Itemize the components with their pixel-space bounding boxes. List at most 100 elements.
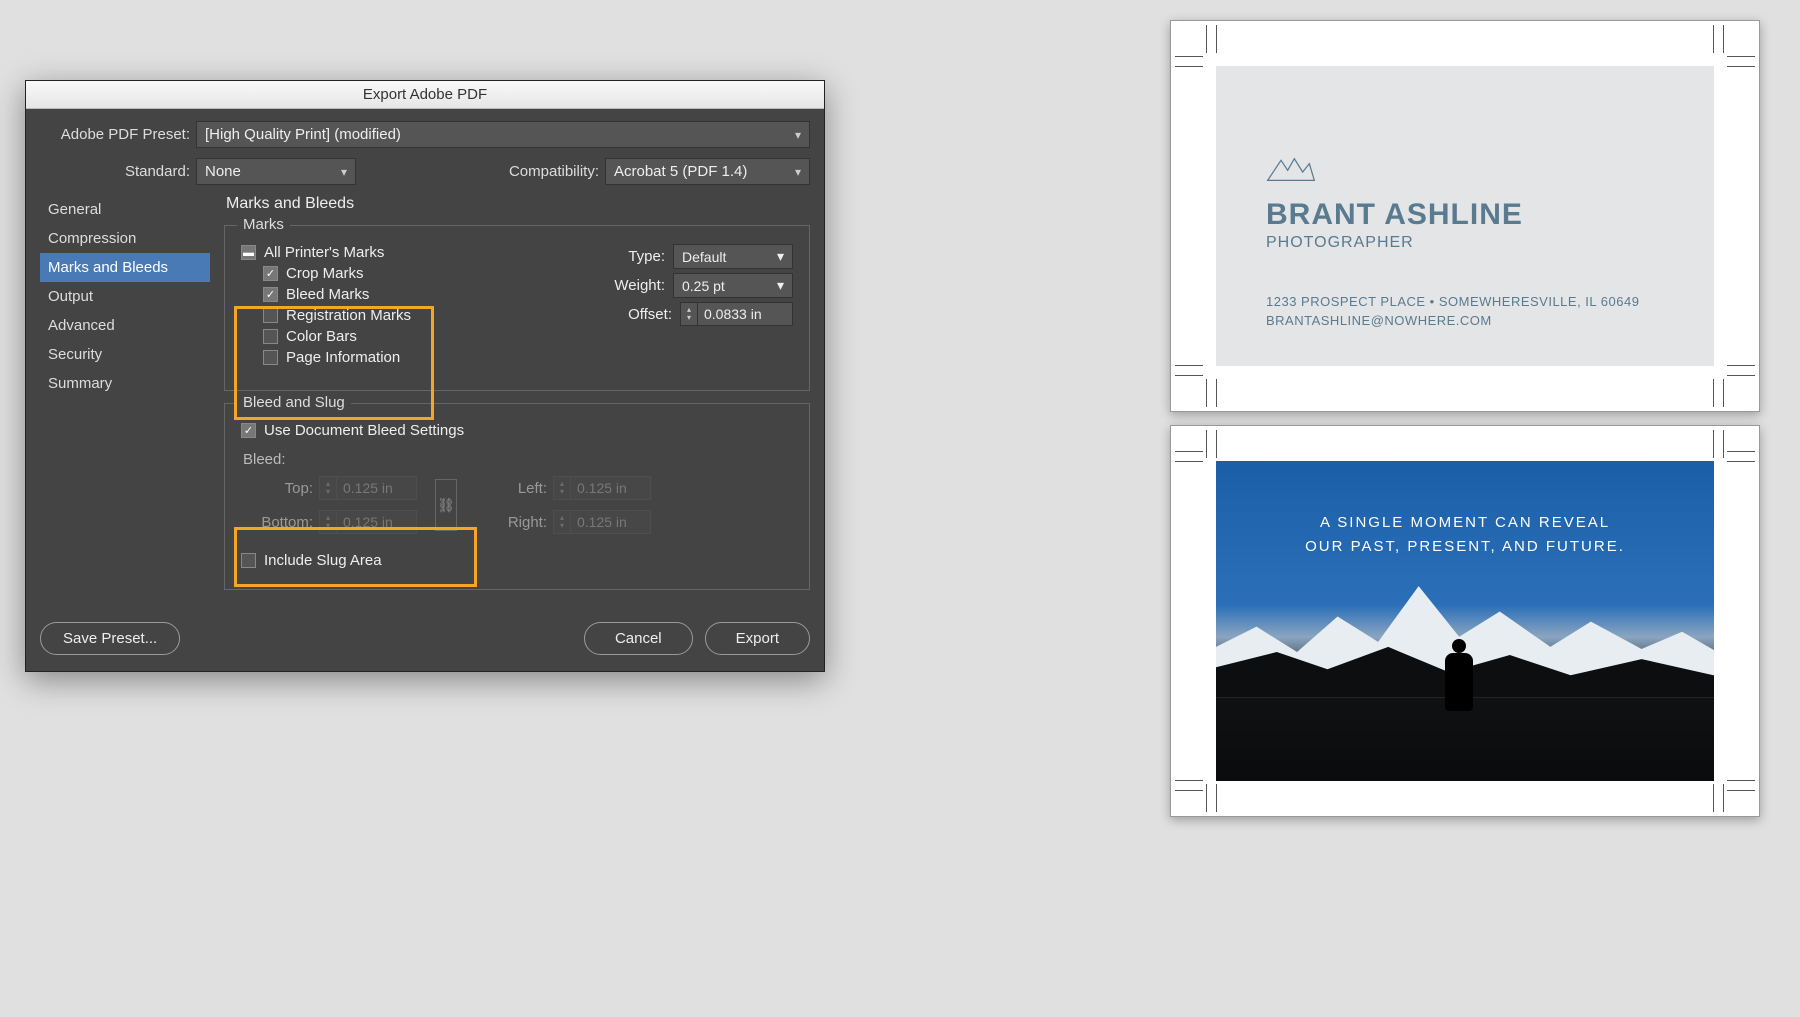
sidebar-item-summary[interactable]: Summary bbox=[40, 369, 210, 398]
chevron-down-icon: ▾ bbox=[777, 277, 784, 294]
preset-label: Adobe PDF Preset: bbox=[40, 126, 190, 143]
category-sidebar: General Compression Marks and Bleeds Out… bbox=[40, 195, 210, 602]
bleed-left-value: 0.125 in bbox=[571, 476, 651, 500]
all-printers-marks-label: All Printer's Marks bbox=[264, 244, 384, 261]
bleed-mark-icon bbox=[1713, 25, 1714, 53]
standard-value: None bbox=[205, 163, 241, 180]
bleed-mark-icon bbox=[1713, 379, 1714, 407]
sidebar-item-advanced[interactable]: Advanced bbox=[40, 311, 210, 340]
bleed-top-label: Top: bbox=[241, 480, 313, 497]
crop-mark-icon bbox=[1206, 379, 1207, 407]
bleed-mark-icon bbox=[1216, 25, 1217, 53]
crop-mark-icon bbox=[1175, 790, 1203, 791]
bleed-mark-icon bbox=[1713, 430, 1714, 458]
card-subtitle: PHOTOGRAPHER bbox=[1266, 234, 1639, 252]
crop-mark-icon bbox=[1727, 375, 1755, 376]
type-label: Type: bbox=[628, 248, 665, 265]
registration-marks-label: Registration Marks bbox=[286, 307, 411, 324]
color-bars-label: Color Bars bbox=[286, 328, 357, 345]
offset-input[interactable] bbox=[698, 302, 793, 326]
bleed-mark-icon bbox=[1727, 461, 1755, 462]
crop-marks-checkbox[interactable]: ✓Crop Marks bbox=[263, 265, 513, 282]
dialog-content: Adobe PDF Preset: [High Quality Print] (… bbox=[26, 109, 824, 671]
bleed-mark-icon bbox=[1727, 780, 1755, 781]
bleed-mark-icon bbox=[1727, 365, 1755, 366]
crop-mark-icon bbox=[1206, 430, 1207, 458]
sidebar-item-general[interactable]: General bbox=[40, 195, 210, 224]
cancel-button[interactable]: Cancel bbox=[584, 622, 693, 655]
stepper-arrows-icon: ▴▾ bbox=[553, 510, 571, 534]
sidebar-item-compression[interactable]: Compression bbox=[40, 224, 210, 253]
stepper-arrows-icon: ▴▾ bbox=[319, 510, 337, 534]
panel-title: Marks and Bleeds bbox=[226, 195, 810, 213]
bleed-bottom-label: Bottom: bbox=[241, 514, 313, 531]
bleed-grid: Top:▴▾0.125 in Bottom:▴▾0.125 in ⛓ Left:… bbox=[241, 476, 793, 534]
bleed-slug-group-label: Bleed and Slug bbox=[237, 394, 351, 411]
chevron-down-icon: ▾ bbox=[795, 165, 801, 179]
bleed-left-label: Left: bbox=[475, 480, 547, 497]
include-slug-checkbox[interactable]: Include Slug Area bbox=[241, 552, 793, 569]
type-value: Default bbox=[682, 249, 726, 265]
bleed-mark-icon bbox=[1175, 66, 1203, 67]
checkbox-unchecked-icon bbox=[263, 308, 278, 323]
bleed-mark-icon bbox=[1175, 461, 1203, 462]
bleed-mark-icon bbox=[1727, 66, 1755, 67]
checkbox-checked-icon: ✓ bbox=[241, 423, 256, 438]
page-information-label: Page Information bbox=[286, 349, 400, 366]
crop-mark-icon bbox=[1175, 375, 1203, 376]
bleed-marks-checkbox[interactable]: ✓Bleed Marks bbox=[263, 286, 513, 303]
bleed-mark-icon bbox=[1216, 430, 1217, 458]
registration-marks-checkbox[interactable]: Registration Marks bbox=[263, 307, 513, 324]
sidebar-item-security[interactable]: Security bbox=[40, 340, 210, 369]
page-information-checkbox[interactable]: Page Information bbox=[263, 349, 513, 366]
all-printers-marks-checkbox[interactable]: ▬ All Printer's Marks bbox=[241, 244, 513, 261]
stepper-arrows-icon: ▴▾ bbox=[553, 476, 571, 500]
preset-select[interactable]: [High Quality Print] (modified) ▾ bbox=[196, 121, 810, 148]
bleed-top-stepper: ▴▾0.125 in bbox=[319, 476, 417, 500]
checkbox-unchecked-icon bbox=[263, 350, 278, 365]
chevron-down-icon: ▾ bbox=[795, 128, 801, 142]
use-doc-bleed-checkbox[interactable]: ✓Use Document Bleed Settings bbox=[241, 422, 793, 439]
pdf-preview-back: A SINGLE MOMENT CAN REVEAL OUR PAST, PRE… bbox=[1170, 425, 1760, 817]
chevron-down-icon: ▾ bbox=[777, 248, 784, 265]
bleed-mark-icon bbox=[1216, 379, 1217, 407]
bleed-bottom-stepper: ▴▾0.125 in bbox=[319, 510, 417, 534]
card-address: 1233 PROSPECT PLACE • SOMEWHERESVILLE, I… bbox=[1266, 294, 1639, 309]
crop-mark-icon bbox=[1723, 430, 1724, 458]
export-pdf-dialog: Export Adobe PDF Adobe PDF Preset: [High… bbox=[25, 80, 825, 672]
sidebar-item-marks-bleeds[interactable]: Marks and Bleeds bbox=[40, 253, 210, 282]
crop-mark-icon bbox=[1175, 451, 1203, 452]
bleed-slug-group: Bleed and Slug ✓Use Document Bleed Setti… bbox=[224, 403, 810, 590]
standard-select[interactable]: None ▾ bbox=[196, 158, 356, 185]
card-photo: A SINGLE MOMENT CAN REVEAL OUR PAST, PRE… bbox=[1216, 461, 1714, 781]
offset-stepper[interactable]: ▴▾ bbox=[680, 302, 793, 326]
pdf-preview-front: BRANT ASHLINE PHOTOGRAPHER 1233 PROSPECT… bbox=[1170, 20, 1760, 412]
stepper-arrows-icon[interactable]: ▴▾ bbox=[680, 302, 698, 326]
dialog-title: Export Adobe PDF bbox=[26, 81, 824, 109]
color-bars-checkbox[interactable]: Color Bars bbox=[263, 328, 513, 345]
bleed-right-stepper: ▴▾0.125 in bbox=[553, 510, 651, 534]
crop-mark-icon bbox=[1206, 784, 1207, 812]
weight-select[interactable]: 0.25 pt▾ bbox=[673, 273, 793, 298]
compat-select[interactable]: Acrobat 5 (PDF 1.4) ▾ bbox=[605, 158, 810, 185]
bleed-marks-label: Bleed Marks bbox=[286, 286, 369, 303]
bleed-left-stepper: ▴▾0.125 in bbox=[553, 476, 651, 500]
crop-mark-icon bbox=[1727, 451, 1755, 452]
export-button[interactable]: Export bbox=[705, 622, 810, 655]
crop-marks-label: Crop Marks bbox=[286, 265, 364, 282]
bleed-mark-icon bbox=[1175, 365, 1203, 366]
offset-label: Offset: bbox=[628, 306, 672, 323]
compat-value: Acrobat 5 (PDF 1.4) bbox=[614, 163, 747, 180]
crop-mark-icon bbox=[1727, 56, 1755, 57]
chevron-down-icon: ▾ bbox=[341, 165, 347, 179]
bleed-mark-icon bbox=[1175, 780, 1203, 781]
bleed-bottom-value: 0.125 in bbox=[337, 510, 417, 534]
type-select[interactable]: Default ▾ bbox=[673, 244, 793, 269]
preset-value: [High Quality Print] (modified) bbox=[205, 126, 401, 143]
marks-group-label: Marks bbox=[237, 216, 290, 233]
bleed-right-label: Right: bbox=[475, 514, 547, 531]
bleed-mark-icon bbox=[1216, 784, 1217, 812]
sidebar-item-output[interactable]: Output bbox=[40, 282, 210, 311]
checkbox-indeterminate-icon: ▬ bbox=[241, 245, 256, 260]
save-preset-button[interactable]: Save Preset... bbox=[40, 622, 180, 655]
